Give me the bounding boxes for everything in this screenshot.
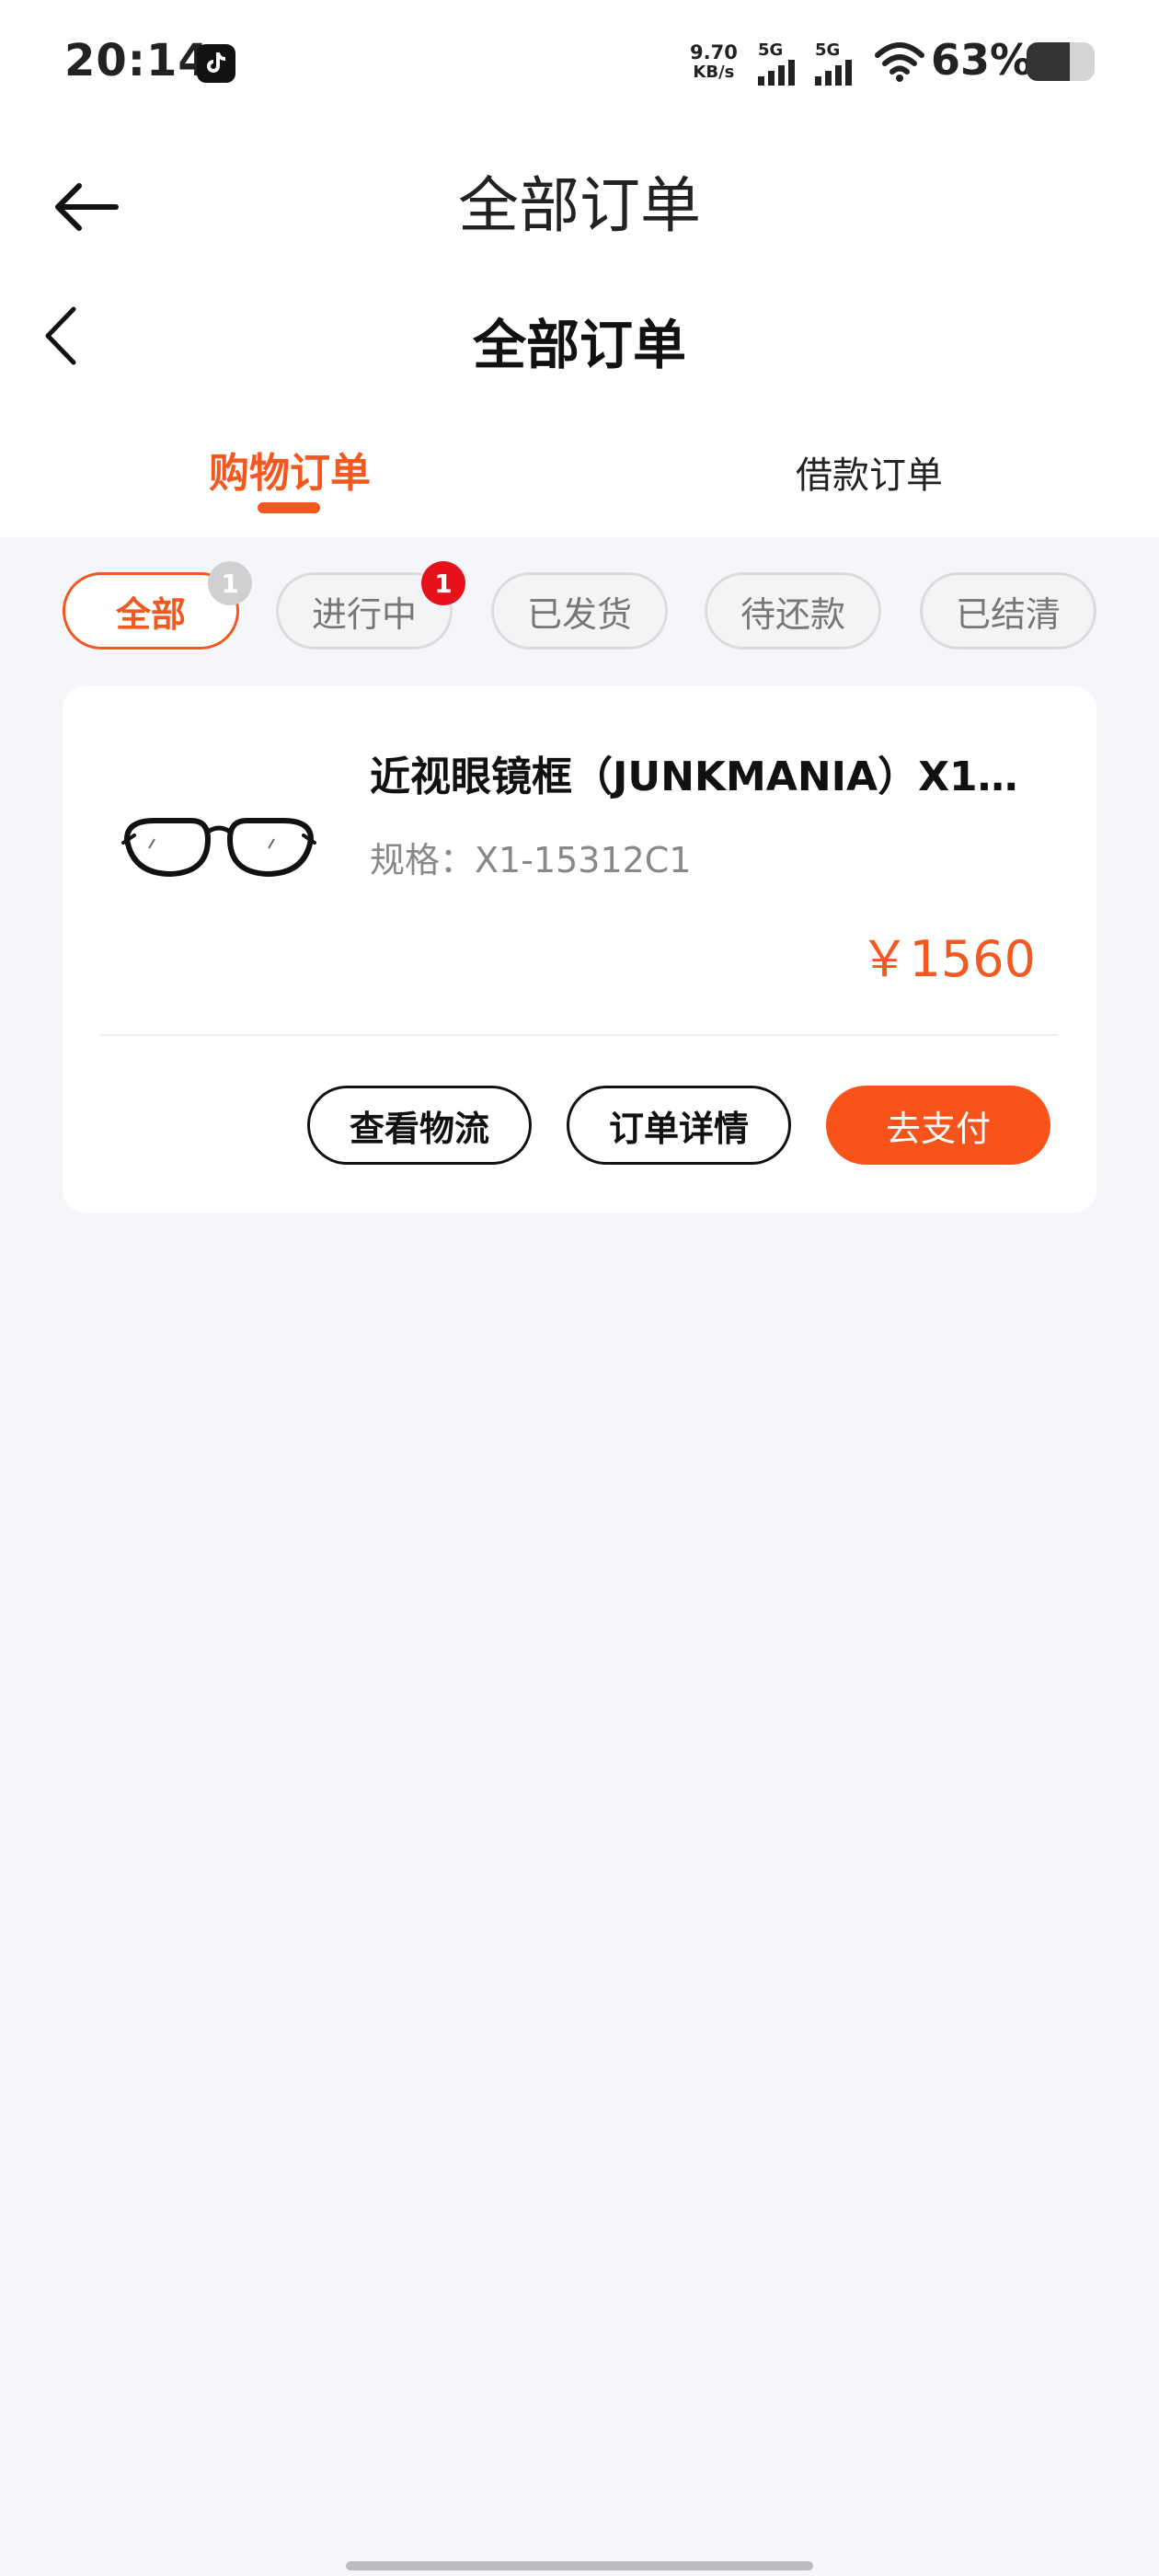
wifi-icon <box>874 40 925 86</box>
signal-bars-icon <box>758 60 795 86</box>
tab-active-indicator <box>258 502 320 513</box>
signal-bars-icon <box>815 60 852 86</box>
order-details-button[interactable]: 订单详情 <box>567 1086 791 1165</box>
product-spec: 规格：X1-15312C1 <box>370 840 692 880</box>
network-speed: 9.70 KB/s <box>690 41 738 82</box>
signal-1: 5G <box>758 40 795 86</box>
view-logistics-button[interactable]: 查看物流 <box>307 1086 532 1165</box>
tiktok-icon <box>197 44 235 83</box>
home-indicator[interactable] <box>346 2561 813 2570</box>
battery-percent: 63% <box>931 35 1033 85</box>
card-divider <box>99 1034 1058 1036</box>
signal-2: 5G <box>815 40 852 86</box>
filter-in-progress-badge: 1 <box>421 561 465 605</box>
glasses-icon <box>121 818 316 878</box>
product-thumbnail[interactable] <box>99 736 339 975</box>
product-name[interactable]: 近视眼镜框（JUNKMANIA）X1-15312C1 <box>370 743 1032 802</box>
filter-settled[interactable]: 已结清 <box>920 572 1096 650</box>
filter-all-badge: 1 <box>208 561 252 605</box>
signal-1-label: 5G <box>758 40 784 60</box>
filter-shipped[interactable]: 已发货 <box>491 572 668 650</box>
status-time: 20:14 <box>64 35 210 86</box>
tab-shopping-orders[interactable]: 购物订单 <box>184 440 396 499</box>
pay-button[interactable]: 去支付 <box>826 1086 1050 1165</box>
product-price: ￥1560 <box>859 930 1036 988</box>
battery-icon <box>1027 42 1095 81</box>
tab-loan-orders[interactable]: 借款订单 <box>763 445 975 499</box>
battery-level <box>1027 42 1070 81</box>
filter-pending-repayment[interactable]: 待还款 <box>705 572 881 650</box>
sub-page-title: 全部订单 <box>472 314 686 376</box>
signal-2-label: 5G <box>815 40 841 60</box>
page-title: 全部订单 <box>458 170 701 241</box>
